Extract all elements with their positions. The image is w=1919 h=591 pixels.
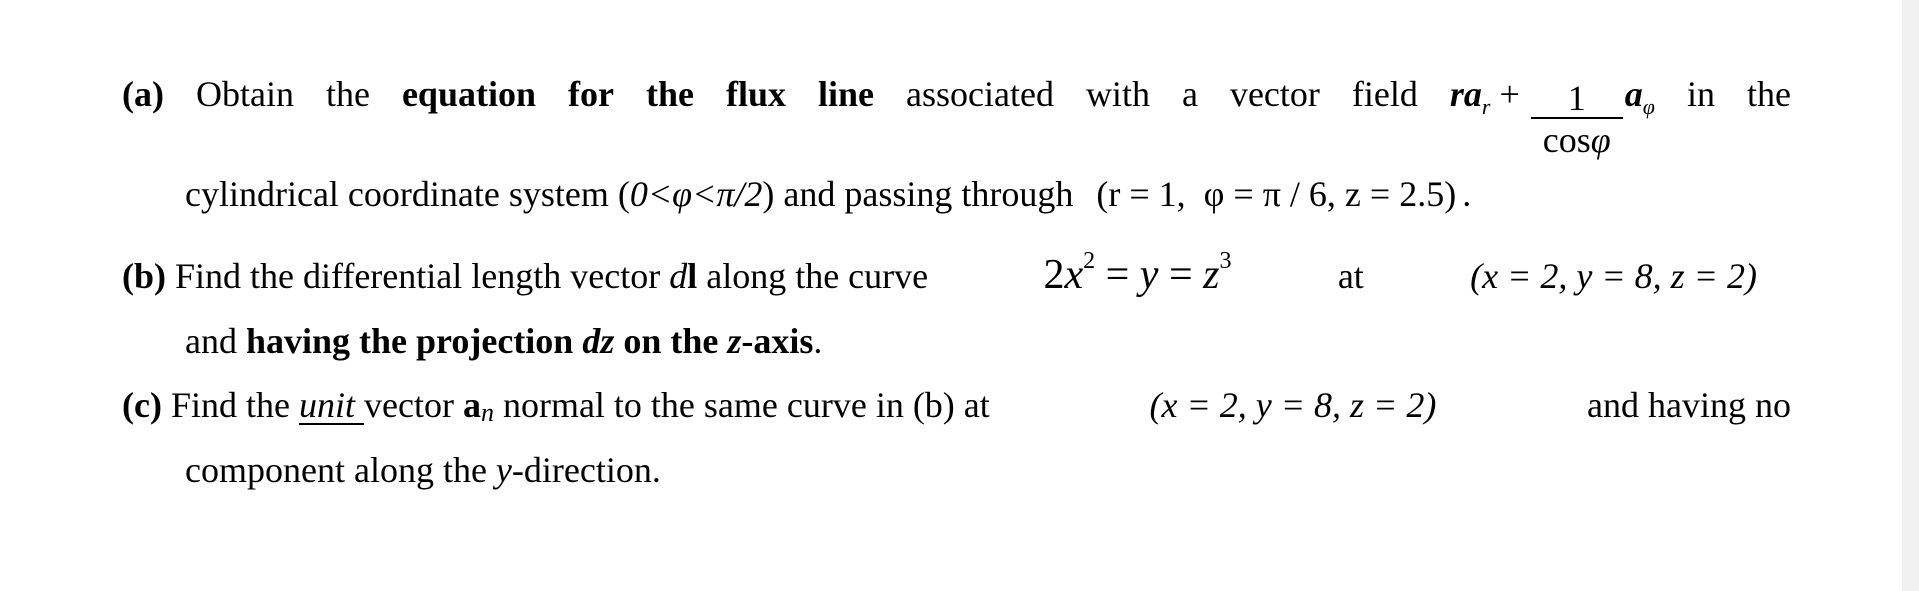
word-the-end: the — [1746, 74, 1791, 114]
math-a-phi: a — [1624, 74, 1643, 114]
dl-l-bold: l — [687, 256, 698, 296]
var-z: z — [1203, 252, 1220, 298]
word-a: a — [1181, 74, 1198, 114]
part-a-line-2: cylindrical coordinate system (0<φ<π/2) … — [185, 174, 1471, 214]
exp-2: 2 — [1083, 248, 1096, 274]
point-b: (x = 2, y = 8, z = 2) — [1470, 256, 1757, 296]
an-sub-n: n — [480, 398, 494, 427]
part-a-line-1: (a) Obtain the equation for the flux lin… — [122, 74, 1791, 159]
point-a: (r = 1, φ = π / 6, z = 2.5) — [1096, 174, 1457, 214]
coef-2: 2 — [1043, 252, 1065, 298]
word-flux: flux — [725, 74, 786, 114]
word-with: with — [1085, 74, 1150, 114]
part-c-line-2: component along the y -direction. — [185, 450, 661, 490]
fraction-numerator: 1 — [1530, 80, 1623, 119]
part-a-line2-text: cylindrical coordinate system ( — [185, 174, 630, 214]
part-a-obtain: Obtain — [195, 74, 294, 114]
part-b-text1: Find the differential length vector — [166, 256, 670, 296]
cos-text: cos — [1542, 120, 1591, 160]
bold-dz: dz — [582, 321, 615, 361]
an-a-bold: a — [462, 385, 481, 425]
part-c-text3: normal to the same curve in (b) at — [493, 385, 999, 425]
part-c-line2-text1: component along the — [185, 450, 496, 490]
fraction: 1 cosφ — [1530, 80, 1623, 159]
word-vector: vector — [1229, 74, 1320, 114]
part-c-text1: Find the — [161, 385, 299, 425]
part-b-line-1: (b) Find the differential length vector … — [122, 248, 1757, 301]
bold-axis: -axis — [741, 321, 814, 361]
bold-on-the: on the — [614, 321, 728, 361]
exp-3: 3 — [1219, 248, 1232, 274]
part-c-line-1: (c) Find the unit vector an normal to th… — [122, 385, 1791, 429]
word-at: at — [1337, 256, 1364, 296]
italic-y: y — [495, 450, 512, 490]
part-c-text4: and having no — [1587, 385, 1791, 425]
vector-field-expression: rar + 1 cosφ aφ — [1449, 74, 1655, 159]
phi-symbol: φ — [1590, 120, 1611, 160]
curve-equation: 2x2 = y = z3 — [1043, 248, 1231, 301]
vertical-scrollbar[interactable] — [1902, 0, 1919, 591]
word-the-bold: the — [645, 74, 694, 114]
dl-d: d — [669, 256, 688, 296]
fraction-denominator: cosφ — [1543, 119, 1611, 159]
word-line: line — [817, 74, 874, 114]
part-c-text2: vector — [364, 385, 463, 425]
part-a-line2-text2: ) and passing through — [762, 174, 1083, 214]
math-plus: + — [1490, 74, 1529, 114]
document-page: (a) Obtain the equation for the flux lin… — [0, 0, 1902, 591]
part-a-label: (a) — [122, 74, 164, 114]
bold-having-projection: having the projection — [245, 321, 583, 361]
part-c-label: (c) — [122, 385, 162, 425]
underlined-unit: unit — [298, 385, 364, 425]
word-associated: associated — [906, 74, 1054, 114]
var-y: y — [1139, 252, 1159, 298]
phi-range: 0<φ<π/2 — [629, 174, 763, 214]
word-field: field — [1351, 74, 1418, 114]
bold-z: z — [727, 321, 742, 361]
math-sub-r: r — [1481, 94, 1491, 119]
word-and: and — [185, 321, 246, 361]
word-equation: equation — [401, 74, 536, 114]
period-b: . — [813, 321, 823, 361]
math-r: r — [1449, 74, 1464, 114]
part-b-label: (b) — [122, 256, 166, 296]
equals-2: = — [1158, 252, 1204, 298]
period: . — [1462, 174, 1472, 214]
var-x: x — [1064, 252, 1084, 298]
equals-1: = — [1095, 252, 1140, 298]
point-c: (x = 2, y = 8, z = 2) — [1149, 385, 1437, 425]
part-c-text-group: (c) Find the unit vector an normal to th… — [122, 385, 999, 429]
part-b-line-2: and having the projection dz on the z -ax… — [185, 321, 822, 361]
math-sub-phi: φ — [1642, 94, 1655, 119]
word-in: in — [1686, 74, 1715, 114]
part-b-text2: along the curve — [697, 256, 938, 296]
word-the: the — [325, 74, 370, 114]
part-b-text-group: (b) Find the differential length vector … — [122, 256, 937, 296]
math-a-r: a — [1463, 74, 1482, 114]
word-for: for — [568, 74, 614, 114]
part-c-line2-text2: -direction. — [511, 450, 661, 490]
